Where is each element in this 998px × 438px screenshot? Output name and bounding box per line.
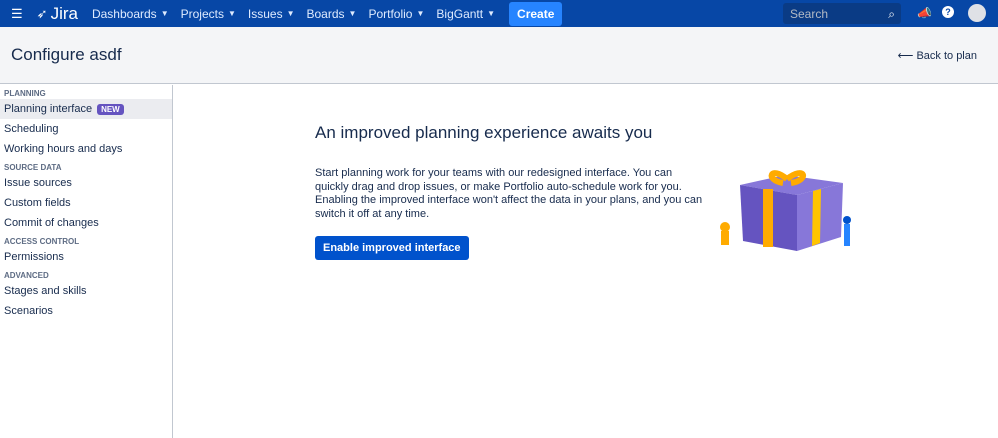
nav-boards[interactable]: Boards ▼ [307, 7, 357, 21]
help-icon[interactable]: ? [942, 6, 954, 18]
section-source-data: Source data [4, 163, 62, 172]
nav-projects[interactable]: Projects ▼ [181, 7, 236, 21]
sidebar-item-working-hours[interactable]: Working hours and days [0, 139, 172, 159]
chevron-down-icon: ▼ [487, 9, 496, 18]
chevron-down-icon: ▼ [286, 9, 295, 18]
section-access-control: Access control [4, 237, 80, 246]
enable-improved-interface-button[interactable]: Enable improved interface [315, 236, 469, 260]
nav-biggantt[interactable]: BigGantt ▼ [436, 7, 495, 21]
chevron-down-icon: ▼ [416, 9, 425, 18]
new-badge: NEW [97, 104, 124, 115]
search-input[interactable]: Search ⌕ [783, 3, 901, 24]
section-planning: Planning [4, 89, 46, 98]
main-description: Start planning work for your teams with … [315, 167, 703, 220]
chevron-down-icon: ▼ [160, 9, 169, 18]
sidebar-item-custom-fields[interactable]: Custom fields [0, 193, 172, 213]
section-advanced: Advanced [4, 271, 49, 280]
chevron-down-icon: ▼ [348, 9, 357, 18]
sidebar: Planning Planning interface NEW Schedulin… [0, 85, 173, 438]
sidebar-item-stages[interactable]: Stages and skills [0, 281, 172, 301]
notifications-icon[interactable]: 📣 [917, 6, 932, 20]
nav-dashboards[interactable]: Dashboards ▼ [92, 7, 169, 21]
main-content: An improved planning experience awaits y… [315, 123, 705, 260]
main-title: An improved planning experience awaits y… [315, 123, 653, 142]
arrow-left-icon: ⟵ [897, 49, 917, 62]
sidebar-item-scenarios[interactable]: Scenarios [0, 301, 172, 321]
page-header: Configure asdf ⟵ Back to plan [0, 27, 998, 84]
search-icon: ⌕ [888, 7, 895, 21]
menu-icon[interactable]: ☰ [11, 6, 23, 22]
gift-illustration [720, 170, 851, 251]
avatar[interactable] [968, 4, 986, 22]
back-to-plan-link[interactable]: ⟵ Back to plan [898, 49, 977, 62]
nav-issues[interactable]: Issues ▼ [248, 7, 295, 21]
jira-logo-icon: ➶ [36, 5, 48, 21]
chevron-down-icon: ▼ [227, 9, 236, 18]
sidebar-item-issue-sources[interactable]: Issue sources [0, 173, 172, 193]
nav-portfolio[interactable]: Portfolio ▼ [368, 7, 424, 21]
sidebar-item-planning-interface[interactable]: Planning interface NEW [0, 99, 172, 119]
create-button[interactable]: Create [509, 1, 563, 26]
sidebar-item-permissions[interactable]: Permissions [0, 247, 172, 267]
top-nav: ☰ ➶ Jira Dashboards ▼ Projects ▼ Issues ▼ Bo… [0, 0, 998, 27]
page-title: Configure asdf [11, 45, 122, 64]
sidebar-item-scheduling[interactable]: Scheduling [0, 119, 172, 139]
sidebar-item-commit[interactable]: Commit of changes [0, 213, 172, 233]
jira-logo[interactable]: ➶ Jira [37, 4, 78, 24]
